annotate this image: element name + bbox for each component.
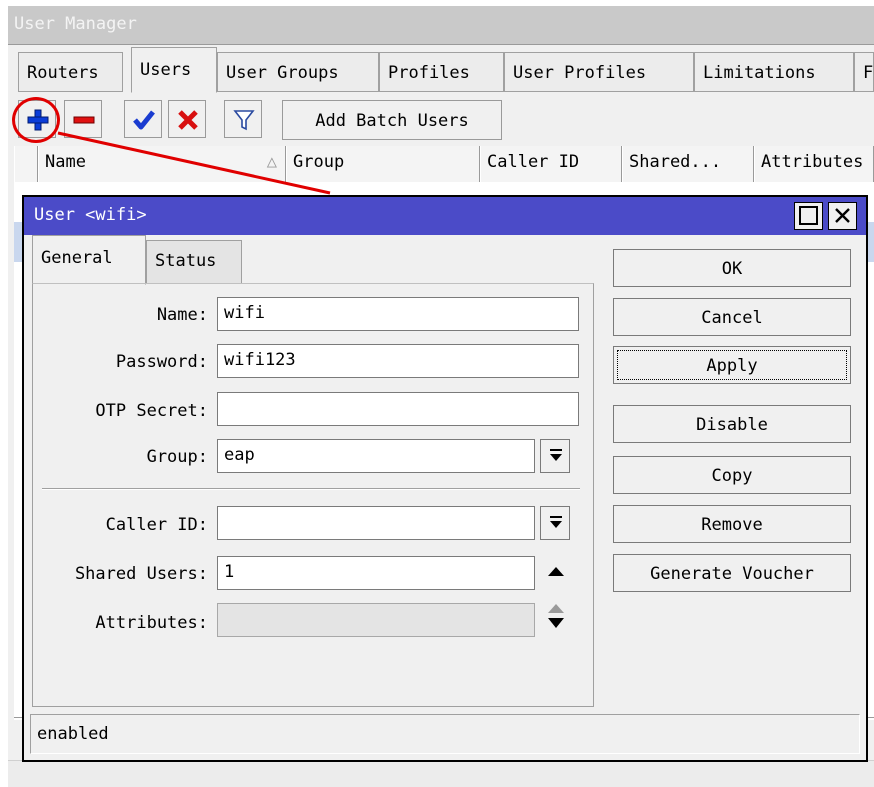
status-bar: enabled [30, 714, 860, 754]
group-select[interactable]: eap [217, 439, 535, 473]
tab-routers[interactable]: Routers [18, 52, 123, 92]
shared-users-field[interactable]: 1 [217, 556, 535, 590]
collapse-up-arrow-icon[interactable] [547, 565, 565, 577]
user-dialog: User <wifi> General Status Name: wifi Pa… [22, 195, 868, 762]
shared-users-label: Shared Users: [74, 564, 208, 584]
minus-icon [73, 116, 95, 124]
column-header-attributes[interactable]: Attributes [754, 146, 874, 182]
otp-secret-field[interactable] [217, 392, 579, 426]
tab-limitations[interactable]: Limitations [694, 52, 854, 92]
caller-id-field[interactable] [217, 506, 535, 540]
remove-user-button[interactable]: Remove [613, 505, 851, 543]
tab-profiles[interactable]: Profiles [379, 52, 504, 92]
x-icon [178, 110, 198, 130]
column-header-shared[interactable]: Shared... [622, 146, 754, 182]
attributes-field[interactable] [217, 603, 535, 637]
annotation-circle [12, 97, 60, 143]
tab-users[interactable]: Users [131, 47, 217, 93]
form-divider [42, 488, 580, 490]
group-label: Group: [146, 447, 208, 467]
column-header-marker [14, 146, 38, 182]
copy-button[interactable]: Copy [613, 456, 851, 494]
password-field[interactable]: wifi123 [217, 344, 579, 378]
column-header-caller-id[interactable]: Caller ID [480, 146, 622, 182]
sort-ascending-icon: △ [266, 152, 277, 172]
tab-user-groups[interactable]: User Groups [217, 52, 379, 92]
apply-button[interactable]: Apply [613, 346, 851, 384]
status-text: enabled [37, 724, 109, 744]
tab-user-profiles[interactable]: User Profiles [504, 52, 694, 92]
disable-user-button[interactable]: Disable [613, 405, 851, 443]
otp-secret-label: OTP Secret: [95, 401, 208, 421]
column-header-group[interactable]: Group [286, 146, 480, 182]
tab-general[interactable]: General [32, 235, 146, 285]
dropdown-arrow-icon [550, 449, 562, 461]
close-icon [835, 208, 850, 223]
generate-voucher-button[interactable]: Generate Voucher [613, 554, 851, 592]
expand-collapse-arrows-icon[interactable] [547, 601, 565, 631]
dropdown-arrow-icon [550, 516, 562, 528]
cancel-button[interactable]: Cancel [613, 298, 851, 336]
tab-status[interactable]: Status [146, 240, 242, 284]
name-field[interactable]: wifi [217, 297, 579, 331]
maximize-icon [799, 206, 818, 225]
attributes-label: Attributes: [95, 613, 208, 633]
checkmark-icon [133, 110, 155, 130]
filter-icon [233, 110, 255, 131]
password-label: Password: [115, 352, 208, 372]
dialog-title: User <wifi> [34, 205, 147, 225]
filter-button[interactable] [224, 100, 262, 138]
caller-id-label: Caller ID: [105, 515, 208, 535]
app-title-bar: User Manager [8, 6, 874, 44]
column-header-name[interactable]: Name △ [38, 146, 286, 182]
caller-id-dropdown-button[interactable] [540, 506, 570, 540]
remove-button[interactable] [64, 100, 102, 138]
window-bottom-strip [8, 760, 874, 787]
close-button[interactable] [828, 202, 857, 230]
dialog-title-bar[interactable]: User <wifi> [24, 197, 866, 235]
disable-button[interactable] [168, 100, 206, 138]
app-title: User Manager [14, 14, 137, 34]
group-dropdown-button[interactable] [540, 439, 570, 473]
enable-button[interactable] [124, 100, 162, 138]
add-batch-users-button[interactable]: Add Batch Users [282, 100, 502, 140]
ok-button[interactable]: OK [613, 249, 851, 287]
maximize-button[interactable] [794, 202, 823, 230]
tab-overflow[interactable]: F [854, 52, 874, 92]
table-header: Name △ Group Caller ID Shared... Attribut… [14, 146, 874, 182]
name-label: Name: [156, 305, 208, 325]
